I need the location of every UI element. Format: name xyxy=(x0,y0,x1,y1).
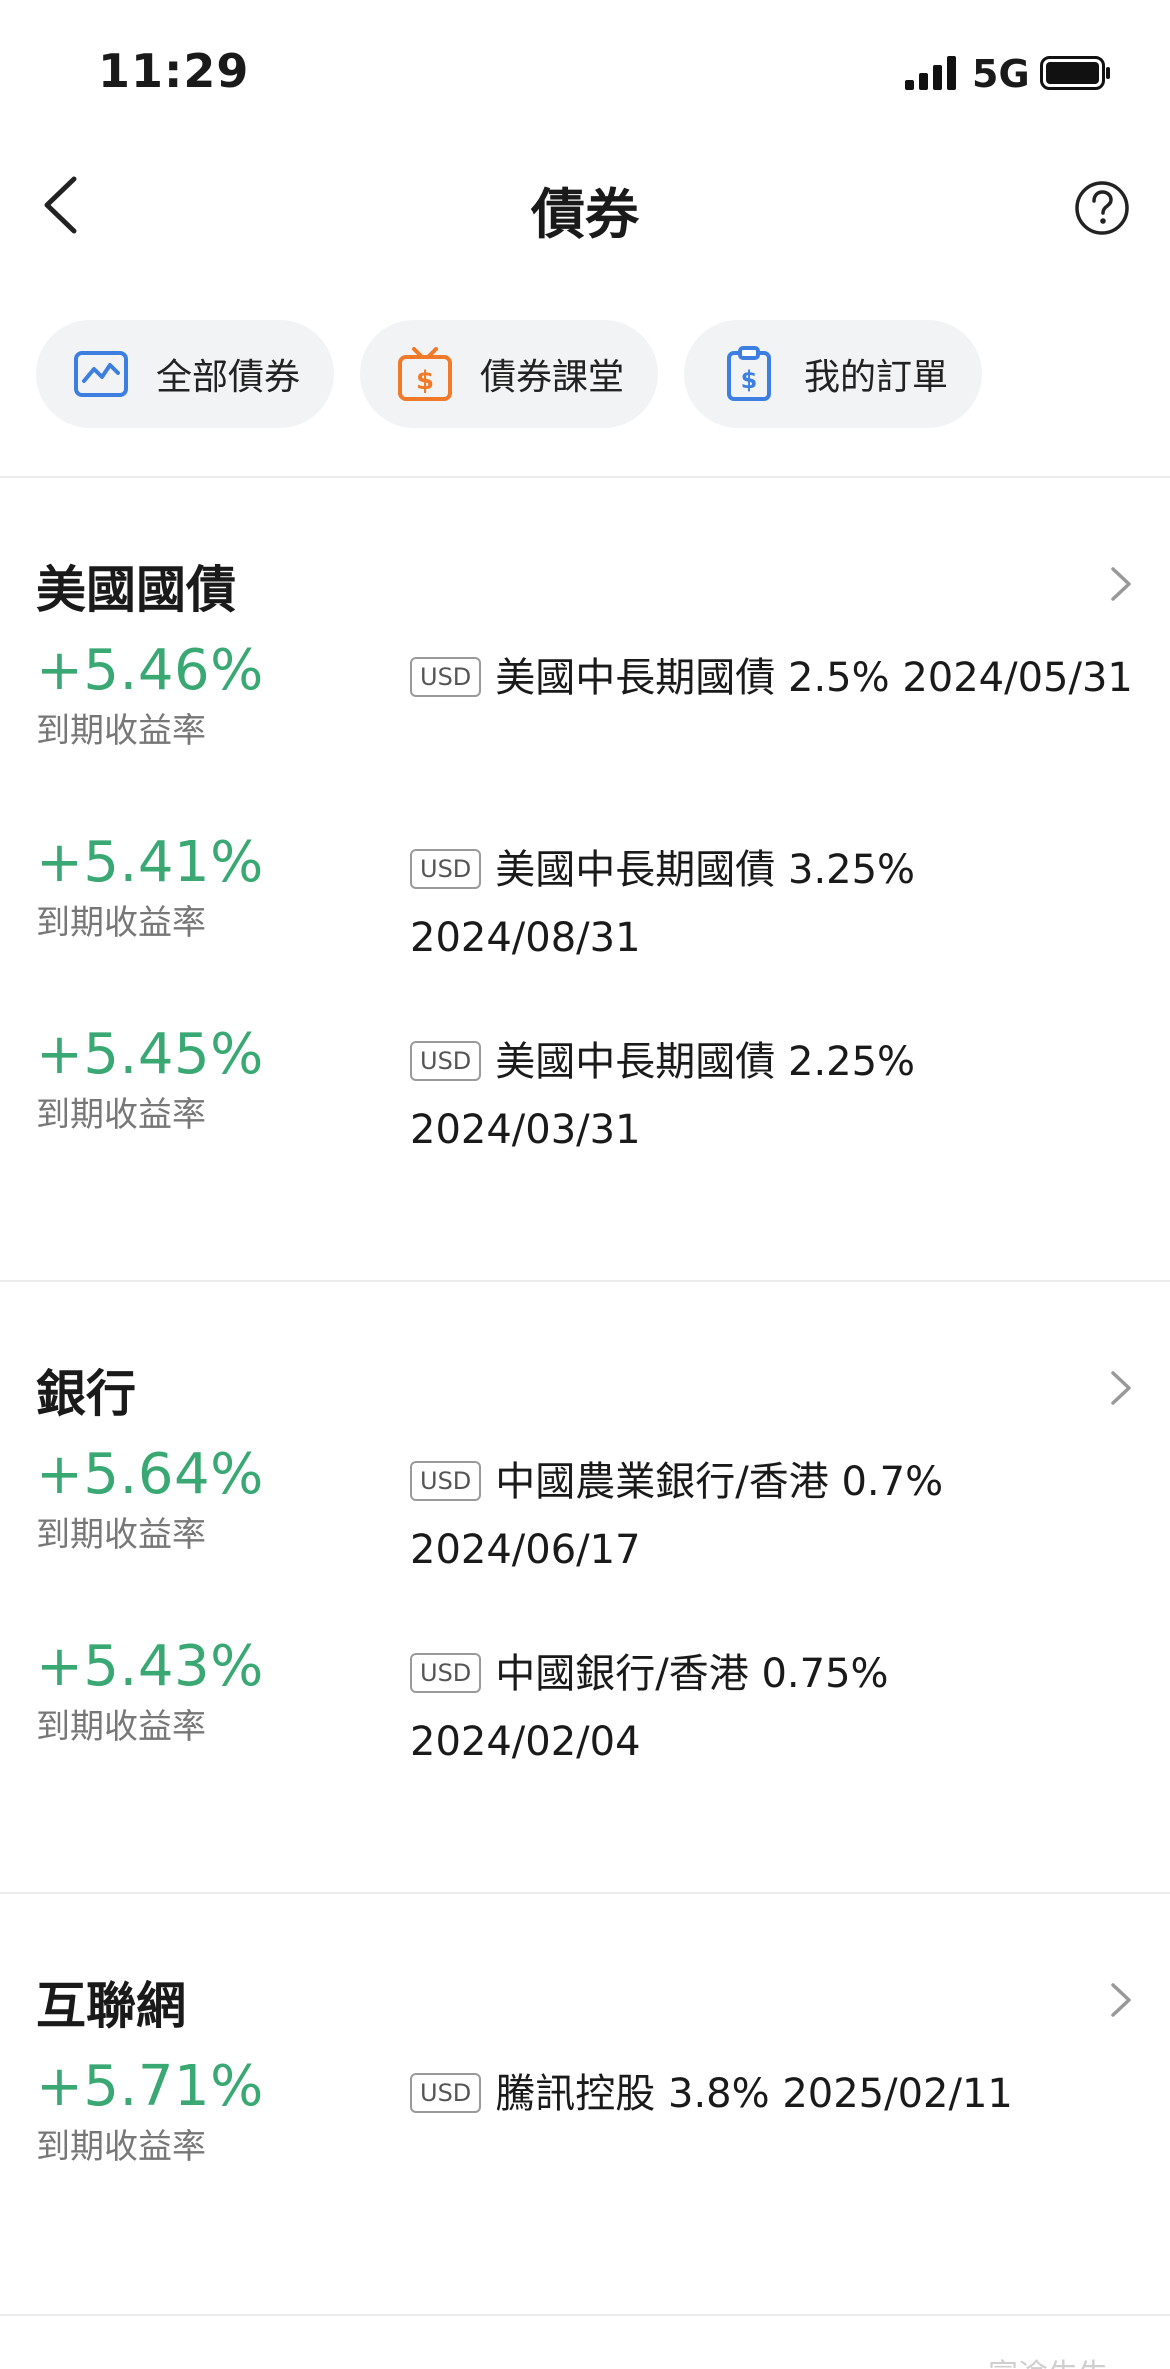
yield-value: +5.43% xyxy=(36,1634,264,1699)
yield-label: 到期收益率 xyxy=(36,1095,206,1135)
currency-badge: USD xyxy=(410,1653,482,1693)
bond-row[interactable]: +5.43% 到期收益率 USD 中國銀行/香港 0.75% 2024/02/04 xyxy=(0,1632,1170,1824)
bond-name: USD 中國銀行/香港 0.75% 2024/02/04 xyxy=(410,1640,910,1776)
network-type: 5G xyxy=(972,52,1030,96)
quick-actions: 全部債券 $ 債券課堂 $ 我的訂單 xyxy=(36,320,982,428)
section-header-banks[interactable]: 銀行 xyxy=(0,1330,1170,1440)
bond-title: 美國中長期國債 2.25% 2024/03/31 xyxy=(410,1039,916,1153)
bond-row[interactable]: +5.46% 到期收益率 USD 美國中長期國債 2.5% 2024/05/31 xyxy=(0,636,1170,828)
bond-row[interactable]: +5.64% 到期收益率 USD 中國農業銀行/香港 0.7% 2024/06/1… xyxy=(0,1440,1170,1632)
section-us-treasuries: 美國國債 +5.46% 到期收益率 USD 美國中長期國債 2.5% 2024/0… xyxy=(0,526,1170,1212)
yield-label: 到期收益率 xyxy=(36,2127,206,2167)
watermark: 富途牛牛 xyxy=(988,2350,1108,2369)
battery-icon xyxy=(1040,56,1110,90)
chevron-right-icon xyxy=(1111,567,1131,601)
yield-value: +5.41% xyxy=(36,830,264,895)
signal-icon xyxy=(905,56,956,90)
section-header-us-treasuries[interactable]: 美國國債 xyxy=(0,526,1170,636)
clipboard-dollar-icon: $ xyxy=(727,346,771,401)
section-title: 互聯網 xyxy=(36,1977,186,2035)
section-internet: 互聯網 +5.71% 到期收益率 USD 騰訊控股 3.8% 2025/02/11 xyxy=(0,1942,1170,2244)
currency-badge: USD xyxy=(410,849,482,889)
all-bonds-button[interactable]: 全部債券 xyxy=(36,320,334,428)
section-title: 美國國債 xyxy=(36,561,236,619)
bond-class-button[interactable]: $ 債券課堂 xyxy=(360,320,658,428)
status-time: 11:29 xyxy=(98,44,250,98)
divider xyxy=(0,1892,1170,1894)
section-banks: 銀行 +5.64% 到期收益率 USD 中國農業銀行/香港 0.7% 2024/0… xyxy=(0,1330,1170,1824)
my-orders-button[interactable]: $ 我的訂單 xyxy=(684,320,982,428)
svg-text:$: $ xyxy=(741,366,758,394)
bond-name: USD 騰訊控股 3.8% 2025/02/11 xyxy=(410,2060,1140,2128)
chevron-right-icon xyxy=(1111,1371,1131,1405)
bond-title: 美國中長期國債 3.25% 2024/08/31 xyxy=(410,847,916,961)
section-title: 銀行 xyxy=(36,1365,136,1423)
bond-name: USD 中國農業銀行/香港 0.7% 2024/06/17 xyxy=(410,1448,970,1584)
currency-badge: USD xyxy=(410,657,482,697)
nav-bar: 債券 xyxy=(0,140,1170,270)
yield-value: +5.71% xyxy=(36,2054,264,2119)
status-bar: 11:29 5G xyxy=(0,0,1170,140)
tv-dollar-icon: $ xyxy=(398,347,452,401)
yield-value: +5.46% xyxy=(36,638,264,703)
yield-label: 到期收益率 xyxy=(36,711,206,751)
currency-badge: USD xyxy=(410,1041,482,1081)
svg-text:$: $ xyxy=(416,366,434,396)
bond-title: 中國銀行/香港 0.75% 2024/02/04 xyxy=(410,1651,889,1765)
yield-value: +5.45% xyxy=(36,1022,264,1087)
currency-badge: USD xyxy=(410,1461,482,1501)
divider xyxy=(0,476,1170,478)
yield-label: 到期收益率 xyxy=(36,903,206,943)
chevron-right-icon xyxy=(1111,1983,1131,2017)
bond-class-label: 債券課堂 xyxy=(480,357,625,398)
my-orders-label: 我的訂單 xyxy=(804,357,949,398)
yield-label: 到期收益率 xyxy=(36,1515,206,1555)
bond-name: USD 美國中長期國債 2.5% 2024/05/31 xyxy=(410,644,1140,712)
all-bonds-label: 全部債券 xyxy=(156,357,301,398)
bond-row[interactable]: +5.41% 到期收益率 USD 美國中長期國債 3.25% 2024/08/31 xyxy=(0,828,1170,1020)
bond-row[interactable]: +5.71% 到期收益率 USD 騰訊控股 3.8% 2025/02/11 xyxy=(0,2052,1170,2244)
divider xyxy=(0,2314,1170,2316)
help-icon[interactable] xyxy=(1074,180,1130,236)
section-header-internet[interactable]: 互聯網 xyxy=(0,1942,1170,2052)
bond-name: USD 美國中長期國債 2.25% 2024/03/31 xyxy=(410,1028,930,1164)
bond-name: USD 美國中長期國債 3.25% 2024/08/31 xyxy=(410,836,930,972)
page-title: 債券 xyxy=(531,183,639,246)
bond-title: 美國中長期國債 2.5% 2024/05/31 xyxy=(495,655,1133,701)
currency-badge: USD xyxy=(410,2073,482,2113)
chart-icon xyxy=(74,351,128,397)
yield-label: 到期收益率 xyxy=(36,1707,206,1747)
bond-title: 騰訊控股 3.8% 2025/02/11 xyxy=(495,2071,1013,2117)
bond-row[interactable]: +5.45% 到期收益率 USD 美國中長期國債 2.25% 2024/03/31 xyxy=(0,1020,1170,1212)
yield-value: +5.64% xyxy=(36,1442,264,1507)
bond-title: 中國農業銀行/香港 0.7% 2024/06/17 xyxy=(410,1459,944,1573)
divider xyxy=(0,1280,1170,1282)
